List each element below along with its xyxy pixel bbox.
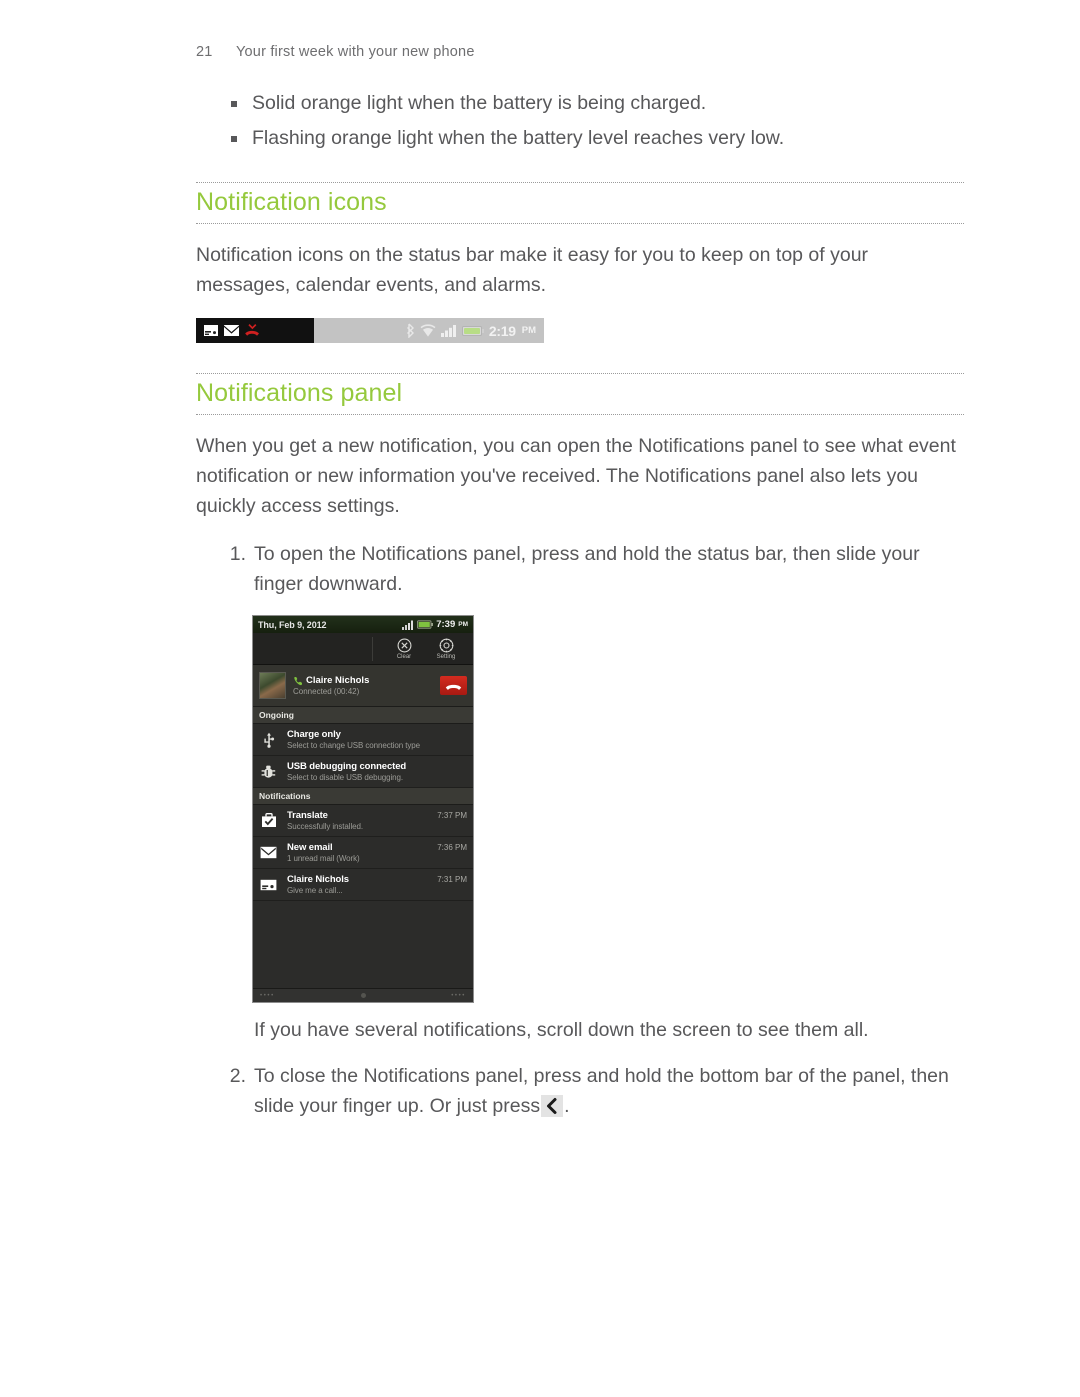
active-call-name-row: Claire Nichols <box>293 675 433 686</box>
list-item-text: Translate Successfully installed. <box>287 810 428 831</box>
document-page: 21 Your first week with your new phone S… <box>0 0 1080 1397</box>
list-item[interactable]: Charge only Select to change USB connect… <box>253 724 473 756</box>
wifi-icon <box>420 323 436 338</box>
notifications-section-header: Notifications <box>253 788 473 805</box>
list-item: 2. To close the Notifications panel, pre… <box>196 1061 964 1121</box>
clear-icon <box>397 638 412 653</box>
settings-button[interactable]: Setting <box>425 638 467 660</box>
status-bar-time: 2:19 <box>488 322 516 339</box>
ongoing-section-header: Ongoing <box>253 707 473 724</box>
status-bar-ampm: PM <box>521 325 536 336</box>
end-call-icon <box>445 680 462 691</box>
list-item[interactable]: USB debugging connected Select to disabl… <box>253 756 473 788</box>
clear-button[interactable]: Clear <box>383 638 425 660</box>
signal-icon <box>402 620 414 630</box>
install-check-icon <box>259 813 278 828</box>
step-text-after: . <box>564 1095 570 1117</box>
section-heading-notifications-panel: Notifications panel <box>196 373 964 415</box>
page-title: Your first week with your new phone <box>236 44 475 60</box>
panel-empty-area <box>253 901 473 988</box>
envelope-icon <box>259 846 278 859</box>
settings-label: Setting <box>436 653 456 660</box>
battery-icon <box>417 620 434 629</box>
handle-dots-left: •••• <box>260 992 275 999</box>
handle-dots-right: •••• <box>451 992 466 999</box>
usb-icon <box>259 732 278 748</box>
list-item-title: USB debugging connected <box>287 761 407 772</box>
sms-icon <box>259 879 278 891</box>
phone-status-bar: Thu, Feb 9, 2012 7:39 PM <box>253 616 473 633</box>
step-list: 1. To open the Notifications panel, pres… <box>196 539 964 599</box>
list-item-text: New email 1 unread mail (Work) <box>287 842 428 863</box>
signal-icon <box>440 324 457 337</box>
list-item[interactable]: Translate Successfully installed. 7:37 P… <box>253 805 473 837</box>
list-item-text: Charge only Select to change USB connect… <box>287 729 467 750</box>
list-item[interactable]: Claire Nichols Give me a call... 7:31 PM <box>253 869 473 901</box>
list-item-time: 7:36 PM <box>437 843 467 852</box>
phone-screen: Thu, Feb 9, 2012 7:39 PM Clear Setting C… <box>252 615 474 1003</box>
panel-drag-handle[interactable]: •••• •••• <box>253 988 473 1002</box>
toolbar-divider <box>372 636 373 661</box>
list-item-text: Claire Nichols Give me a call... <box>287 874 428 895</box>
bullet-list: Solid orange light when the battery is b… <box>196 86 964 156</box>
phone-panel-toolbar: Clear Setting <box>253 633 473 665</box>
phone-status-right: 7:39 PM <box>402 619 468 630</box>
page-number: 21 <box>196 44 213 60</box>
list-item-subtitle: 1 unread mail (Work) <box>287 854 360 863</box>
section-paragraph: When you get a new notification, you can… <box>196 435 956 517</box>
bluetooth-icon <box>406 323 415 339</box>
missed-call-icon <box>244 323 261 338</box>
list-item-title: Charge only <box>287 729 341 740</box>
phone-screenshot-figure: Thu, Feb 9, 2012 7:39 PM Clear Setting C… <box>196 615 964 1003</box>
status-bar-figure: 2:19 PM <box>196 318 544 343</box>
list-item-time: 7:37 PM <box>437 811 467 820</box>
list-item: 1. To open the Notifications panel, pres… <box>196 539 964 599</box>
end-call-button[interactable] <box>440 676 467 695</box>
status-bar-left-icons <box>196 318 314 343</box>
list-item[interactable]: New email 1 unread mail (Work) 7:36 PM <box>253 837 473 869</box>
handle-center-dot <box>360 993 366 998</box>
heading-text: Notification icons <box>196 188 387 216</box>
envelope-icon <box>223 324 240 337</box>
step-number: 1. <box>229 543 246 565</box>
usb-debug-icon <box>259 764 278 780</box>
gear-icon <box>439 638 454 653</box>
list-item-title: New email <box>287 842 333 853</box>
running-header: 21 Your first week with your new phone <box>196 44 964 60</box>
phone-notification-panel: Clear Setting Claire Nichols Connected (… <box>253 633 473 1002</box>
step-text: To close the Notifications panel, press … <box>254 1065 949 1117</box>
list-item-time: 7:31 PM <box>437 875 467 884</box>
list-item-subtitle: Select to change USB connection type <box>287 741 420 750</box>
step-list-2: 2. To close the Notifications panel, pre… <box>196 1061 964 1121</box>
phone-status-date: Thu, Feb 9, 2012 <box>258 619 327 630</box>
list-item-subtitle: Select to disable USB debugging. <box>287 773 403 782</box>
avatar <box>259 672 286 699</box>
phone-status-time: 7:39 <box>436 619 456 630</box>
active-call-status: Connected (00:42) <box>293 687 360 696</box>
battery-icon <box>461 325 484 337</box>
list-item: Flashing orange light when the battery l… <box>196 121 964 156</box>
list-item-title: Translate <box>287 810 328 821</box>
step-text: To open the Notifications panel, press a… <box>254 543 920 595</box>
page-content: 21 Your first week with your new phone S… <box>196 44 964 1131</box>
step-note: If you have several notifications, scrol… <box>254 1019 869 1041</box>
list-item-text: USB debugging connected Select to disabl… <box>287 761 467 782</box>
active-call-name: Claire Nichols <box>306 675 370 686</box>
section-heading-notification-icons: Notification icons <box>196 182 964 224</box>
list-item-title: Claire Nichols <box>287 874 349 885</box>
clear-label: Clear <box>396 653 412 660</box>
list-item-subtitle: Successfully installed. <box>287 822 363 831</box>
list-item: Solid orange light when the battery is b… <box>196 86 964 121</box>
back-chevron-icon <box>541 1095 564 1117</box>
phone-handset-icon <box>293 676 303 686</box>
phone-status-ampm: PM <box>458 621 468 628</box>
active-call-notification[interactable]: Claire Nichols Connected (00:42) <box>253 665 473 707</box>
active-call-text: Claire Nichols Connected (00:42) <box>293 675 433 696</box>
section-paragraph: Notification icons on the status bar mak… <box>196 244 869 296</box>
heading-text: Notifications panel <box>196 379 403 407</box>
sms-icon <box>203 324 219 337</box>
step-number: 2. <box>229 1065 246 1087</box>
list-item-subtitle: Give me a call... <box>287 886 343 895</box>
status-bar-right-icons: 2:19 PM <box>314 318 544 343</box>
